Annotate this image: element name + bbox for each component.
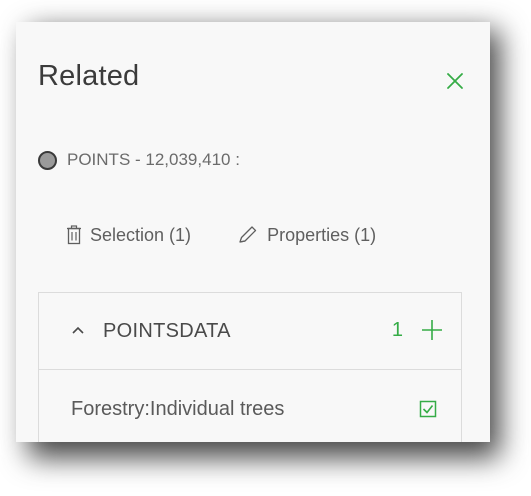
close-icon[interactable] <box>444 70 466 92</box>
point-symbol-icon <box>38 150 57 170</box>
group-name: POINTSDATA <box>103 320 231 342</box>
record-label: Forestry:Individual trees <box>71 398 285 420</box>
group-header-pointsdata[interactable]: POINTSDATA 1 <box>39 293 461 370</box>
panel-title: Related <box>38 60 140 92</box>
checkbox-checked-icon[interactable] <box>419 400 437 418</box>
related-table-group: POINTSDATA 1 Forestry:Individual trees <box>38 292 462 442</box>
trash-icon <box>67 225 81 245</box>
feature-label: POINTS - 12,039,410 : <box>67 150 240 169</box>
properties-label: Properties (1) <box>267 224 377 245</box>
pencil-icon <box>239 226 257 243</box>
group-count: 1 <box>391 319 403 341</box>
related-panel: Related POINTS - 12,039,410 : Selection … <box>16 22 490 442</box>
stage: Related POINTS - 12,039,410 : Selection … <box>0 0 531 496</box>
properties-button[interactable]: Properties (1) <box>237 225 376 246</box>
selection-button[interactable]: Selection (1) <box>66 225 191 246</box>
panel-header: Related <box>38 60 470 100</box>
feature-actions: Selection (1) Properties (1) <box>66 220 376 250</box>
add-icon[interactable] <box>421 319 443 341</box>
feature-row: POINTS - 12,039,410 : <box>38 146 240 174</box>
selection-label: Selection (1) <box>90 224 192 245</box>
chevron-up-icon[interactable] <box>71 323 85 337</box>
list-item[interactable]: Forestry:Individual trees <box>39 370 461 442</box>
